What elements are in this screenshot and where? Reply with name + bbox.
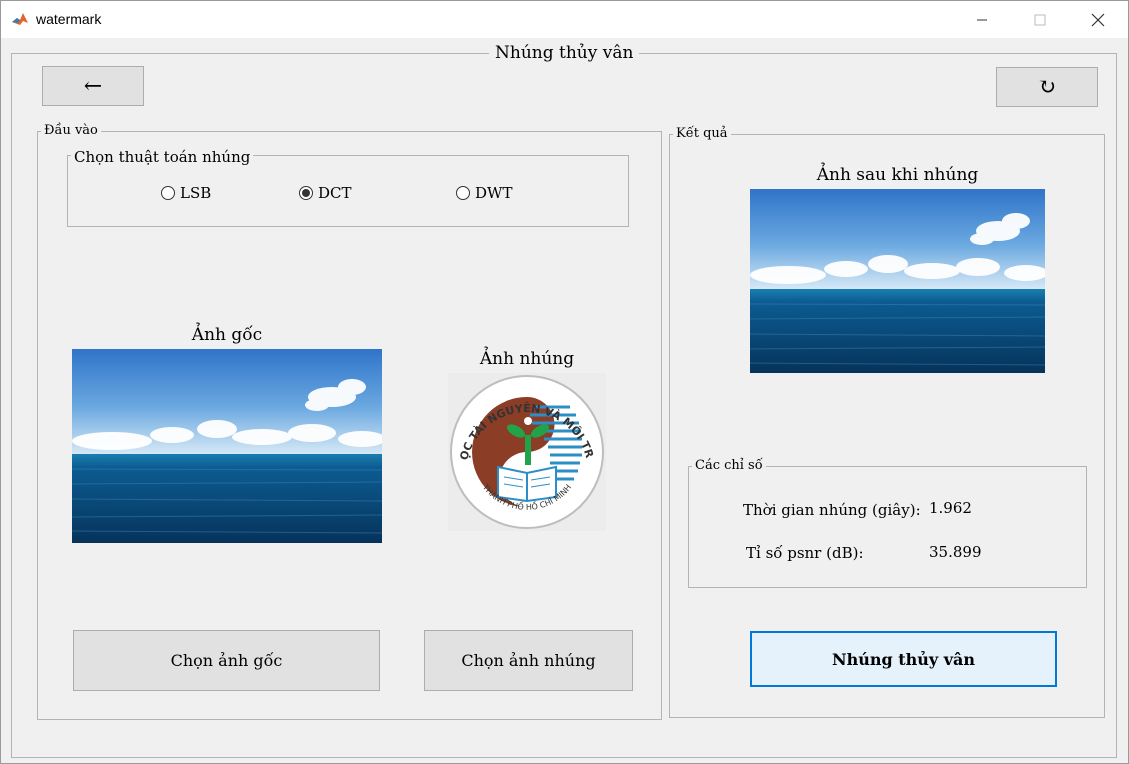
maximize-icon bbox=[1034, 14, 1046, 25]
radio-dwt[interactable]: DWT bbox=[456, 184, 512, 202]
minimize-button[interactable] bbox=[953, 1, 1011, 38]
metrics-group bbox=[688, 466, 1087, 588]
page-title: Nhúng thủy vân bbox=[489, 43, 640, 63]
close-icon bbox=[1091, 13, 1105, 26]
original-image-caption: Ảnh gốc bbox=[191, 325, 263, 345]
embed-time-label: Thời gian nhúng (giây): bbox=[743, 501, 921, 519]
minimize-icon bbox=[977, 19, 987, 20]
radio-dct[interactable]: DCT bbox=[299, 184, 352, 202]
close-button[interactable] bbox=[1069, 1, 1127, 38]
algorithm-group-title: Chọn thuật toán nhúng bbox=[71, 148, 254, 166]
psnr-label: Tỉ số psnr (dB): bbox=[746, 544, 864, 562]
choose-watermark-button-label: Chọn ảnh nhúng bbox=[461, 651, 596, 670]
radio-lsb-label: LSB bbox=[180, 184, 212, 202]
choose-watermark-button[interactable]: Chọn ảnh nhúng bbox=[424, 630, 633, 691]
title-bar: watermark bbox=[1, 1, 1128, 38]
window-title: watermark bbox=[36, 11, 102, 27]
radio-dwt-indicator[interactable] bbox=[456, 186, 470, 200]
input-panel-title: Đầu vào bbox=[41, 123, 101, 138]
original-image bbox=[72, 349, 382, 543]
choose-original-button[interactable]: Chọn ảnh gốc bbox=[73, 630, 380, 691]
radio-lsb-indicator[interactable] bbox=[161, 186, 175, 200]
result-image bbox=[750, 189, 1045, 373]
result-panel-title: Kết quả bbox=[673, 126, 731, 141]
embed-watermark-button[interactable]: Nhúng thủy vân bbox=[750, 631, 1057, 687]
psnr-value: 35.899 bbox=[929, 543, 982, 561]
refresh-button[interactable]: ↻ bbox=[996, 67, 1098, 107]
back-button[interactable]: ← bbox=[42, 66, 144, 106]
metrics-group-title: Các chỉ số bbox=[692, 458, 766, 473]
maximize-button[interactable] bbox=[1011, 1, 1069, 38]
radio-dwt-label: DWT bbox=[475, 184, 513, 202]
watermark-image-caption: Ảnh nhúng bbox=[479, 349, 575, 369]
radio-lsb[interactable]: LSB bbox=[161, 184, 211, 202]
matlab-icon bbox=[11, 10, 29, 28]
result-image-caption: Ảnh sau khi nhúng bbox=[816, 165, 979, 185]
radio-dct-indicator[interactable] bbox=[299, 186, 313, 200]
app-window: watermark Nhúng thủy vân ← ↻ Đầu vào Chọ… bbox=[0, 0, 1129, 764]
refresh-icon: ↻ bbox=[1037, 74, 1057, 100]
watermark-logo-image: ĐẠI HỌC TÀI NGUYÊN VÀ MÔI TRƯỜNG THÀNH P… bbox=[448, 373, 606, 531]
back-arrow-icon: ← bbox=[83, 73, 103, 99]
choose-original-button-label: Chọn ảnh gốc bbox=[170, 651, 283, 670]
embed-watermark-button-label: Nhúng thủy vân bbox=[831, 649, 976, 669]
radio-dct-label: DCT bbox=[318, 184, 352, 202]
embed-time-value: 1.962 bbox=[929, 499, 972, 517]
